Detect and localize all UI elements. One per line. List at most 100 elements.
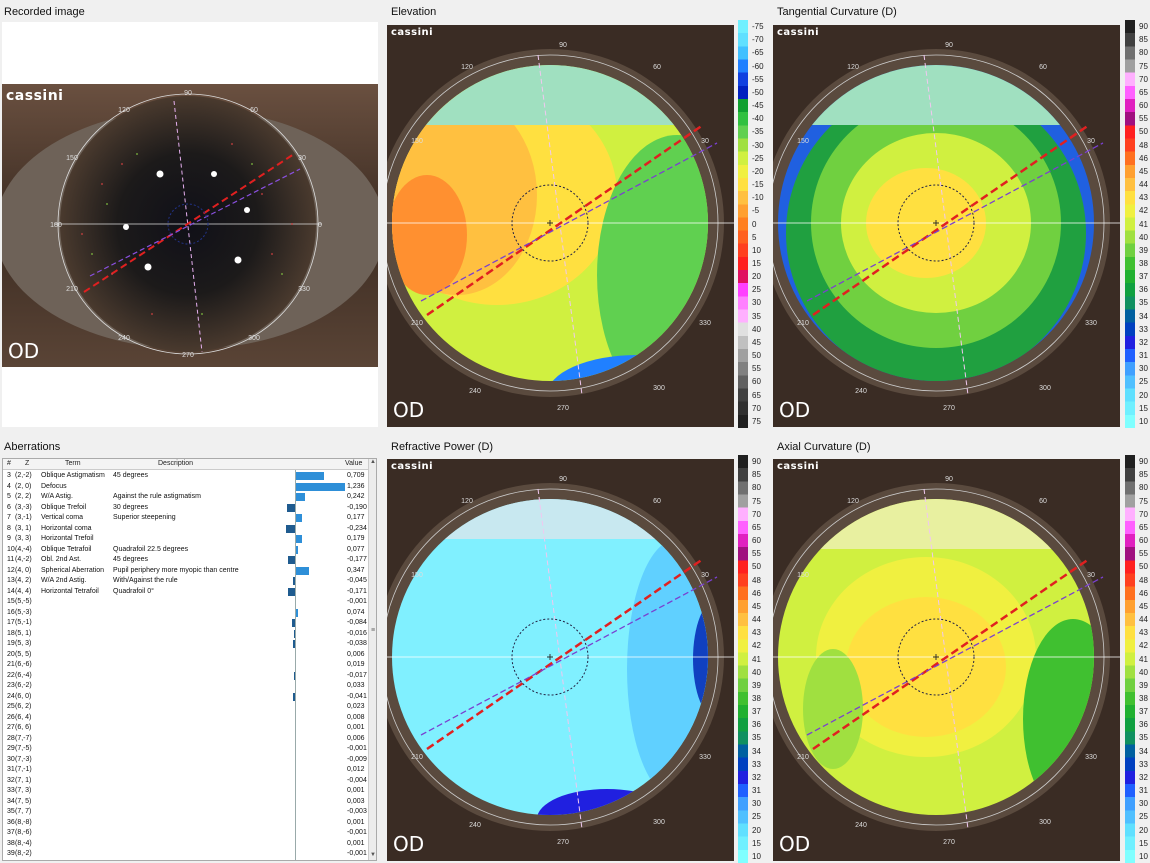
table-row[interactable]: 8 (3, 1) Horizontal coma -0,234 [3,524,369,535]
aberrations-table[interactable]: # Z Term Description Value 3 (2,-2) Obliqu… [2,458,377,861]
table-row[interactable]: 40(8, 0) 0,002 [3,860,369,861]
elevation-map[interactable]: 90 60 30 330 300 270 240 210 150 120 [387,25,734,427]
row-num: 37 [7,829,15,836]
table-header: # Z Term Description Value [3,459,369,470]
table-row[interactable]: 32 (7, 1) -0,004 [3,776,369,787]
table-row[interactable]: 35 (7, 7) -0,003 [3,807,369,818]
table-row[interactable]: 25 (6, 2) 0,023 [3,702,369,713]
row-description: Quadrafoil 22.5 degrees [113,545,189,553]
table-row[interactable]: 4 (2, 0) Defocus 1,236 [3,482,369,493]
row-num: 35 [7,808,15,815]
scale-tick-label: 65 [752,522,761,532]
table-row[interactable]: 31 (7,-1) 0,012 [3,765,369,776]
angle-label: 60 [653,64,661,71]
col-num[interactable]: # [7,460,11,467]
recorded-image-title: Recorded image [4,6,85,18]
table-row[interactable]: 12 (4, 0) Spherical Aberration Pupil periph… [3,566,369,577]
table-row[interactable]: 22 (6,-4) -0,017 [3,671,369,682]
col-description[interactable]: Description [158,460,193,467]
col-z[interactable]: Z [25,460,29,467]
value-bar [295,493,305,501]
col-term[interactable]: Term [65,460,81,467]
scale-tick-label: 37 [1139,272,1148,282]
row-num: 11 [7,556,15,563]
row-value: -0,171 [347,587,367,595]
angle-label: 240 [855,822,867,829]
table-row[interactable]: 37 (8,-6) -0,001 [3,828,369,839]
row-term: Horizontal Trefoil [41,535,94,542]
scale-tick-label: 40 [1139,232,1148,242]
refractive-title: Refractive Power (D) [391,441,494,453]
table-row[interactable]: 30 (7,-3) -0,009 [3,755,369,766]
axial-map[interactable]: 90 60 30 330 300 270 240 210 150 120 [773,459,1120,861]
tangential-map[interactable]: 90 60 30 330 300 270 240 210 150 120 [773,25,1120,427]
table-row[interactable]: 39 (8,-2) -0,001 [3,849,369,860]
scroll-thumb[interactable]: ≡ [370,627,376,643]
row-num: 7 [7,514,11,521]
table-row[interactable]: 20 (5, 5) 0,006 [3,650,369,661]
scale-tick-label: 41 [1139,219,1148,229]
cassini-logo: cassini [777,27,820,38]
table-row[interactable]: 18 (5, 1) -0,016 [3,629,369,640]
scale-tick-label: 25 [752,285,761,295]
table-row[interactable]: 5 (2, 2) W/A Astig. Against the rule astigm… [3,492,369,503]
row-z: (7,-7) [15,734,32,742]
table-row[interactable]: 36 (8,-8) 0,001 [3,818,369,829]
scale-tick-label: 33 [1139,759,1148,769]
row-value: 0,001 [347,787,365,794]
refractive-map[interactable]: 90 60 30 330 300 270 240 210 150 120 [387,459,734,861]
row-term: Vertical coma [41,514,84,521]
table-row[interactable]: 24 (6, 0) -0,041 [3,692,369,703]
angle-label: 300 [248,335,260,342]
table-row[interactable]: 7 (3,-1) Vertical coma Superior steepening 0… [3,513,369,524]
table-row[interactable]: 28 (7,-7) 0,006 [3,734,369,745]
row-value: 0,347 [347,566,365,574]
table-row[interactable]: 33 (7, 3) 0,001 [3,786,369,797]
table-row[interactable]: 10 (4,-4) Oblique Tetrafoil Quadrafoil 22.5… [3,545,369,556]
table-row[interactable]: 21 (6,-6) 0,019 [3,660,369,671]
row-z: (6, 6) [15,724,32,731]
row-term: W/A 2nd Astig. [41,577,87,584]
scroll-down-icon[interactable]: ▼ [369,852,376,860]
scale-tick-label: 90 [1139,22,1148,32]
table-row[interactable]: 13 (4, 2) W/A 2nd Astig. With/Against the r… [3,576,369,587]
table-row[interactable]: 26 (6, 4) 0,008 [3,713,369,724]
table-scrollbar[interactable]: ▲ ≡ ▼ [368,459,376,860]
scale-tick-label: 45 [752,337,761,347]
row-z: (7, 1) [15,776,32,784]
scroll-up-icon[interactable]: ▲ [369,459,376,467]
table-row[interactable]: 14 (4, 4) Horizontal Tetrafoil Quadrafoil 0… [3,587,369,598]
angle-label: 120 [461,498,473,505]
scale-tick-label: 25 [752,812,761,822]
row-value: 0,003 [347,797,365,805]
scale-tick-label: 44 [1139,615,1148,625]
row-z: (4, 4) [15,587,32,595]
scale-tick-label: 35 [1139,733,1148,743]
table-row[interactable]: 11 (4,-2) Obl. 2nd Ast. 45 degrees -0,177 [3,555,369,566]
col-value[interactable]: Value [345,460,362,467]
scale-tick-label: 75 [1139,496,1148,506]
row-value: -0,045 [347,577,367,584]
table-row[interactable]: 19 (5, 3) -0,038 [3,639,369,650]
row-num: 27 [7,724,15,731]
angle-label: 330 [699,754,711,761]
recorded-image-panel: cassini OD 90 60 30 0 330 300 270 240 21… [2,22,378,427]
table-row[interactable]: 29 (7,-5) -0,001 [3,744,369,755]
table-row[interactable]: 15 (5,-5) -0,001 [3,597,369,608]
table-row[interactable]: 27 (6, 6) 0,001 [3,723,369,734]
scale-tick-label: 10 [1139,851,1148,861]
row-value: 0,006 [347,650,365,658]
table-row[interactable]: 9 (3, 3) Horizontal Trefoil 0,179 [3,534,369,545]
table-row[interactable]: 38 (8,-4) 0,001 [3,839,369,850]
table-row[interactable]: 23 (6,-2) 0,033 [3,681,369,692]
scale-tick-label: 39 [752,680,761,690]
table-row[interactable]: 6 (3,-3) Oblique Trefoil 30 degrees -0,190 [3,503,369,514]
table-row[interactable]: 34 (7, 5) 0,003 [3,797,369,808]
scale-tick-label: 46 [752,588,761,598]
table-row[interactable]: 16 (5,-3) 0,074 [3,608,369,619]
angle-label: 30 [1087,138,1095,145]
table-row[interactable]: 17 (5,-1) -0,084 [3,618,369,629]
tangential-title: Tangential Curvature (D) [777,6,897,18]
table-row[interactable]: 3 (2,-2) Oblique Astigmatism 45 degrees 0,70… [3,471,369,482]
recorded-eye-image[interactable]: cassini OD 90 60 30 0 330 300 270 240 21… [2,84,378,367]
